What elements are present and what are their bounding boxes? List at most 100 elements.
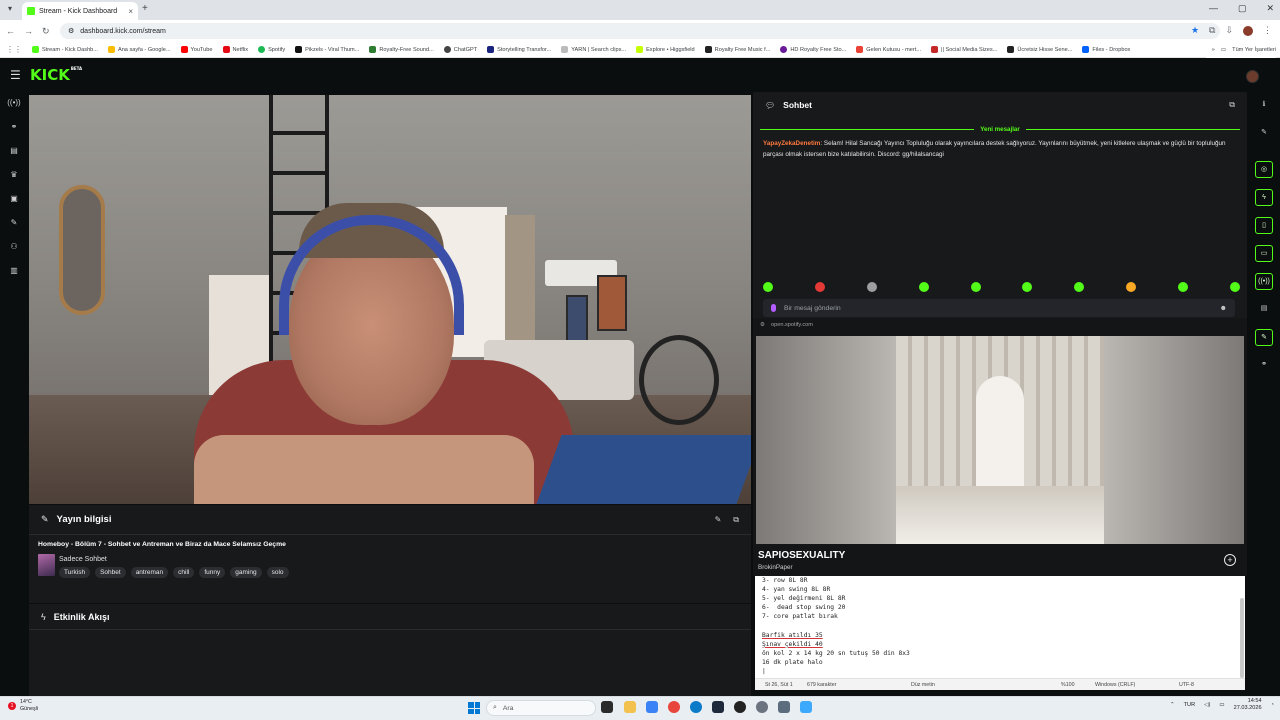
file-explorer-icon[interactable] [624, 701, 636, 713]
layout-icon[interactable]: ▤ [7, 145, 21, 157]
bookmark-item[interactable]: Spotify [258, 46, 285, 53]
line-endings[interactable]: Windows (CRLF) [1095, 682, 1135, 688]
analytics-icon[interactable]: ▥ [7, 265, 21, 277]
emote-icon[interactable] [1074, 282, 1085, 292]
bookmark-item[interactable]: Netflix [222, 46, 248, 53]
bookmark-item[interactable]: Royalty Free Music f... [704, 46, 770, 53]
tag[interactable]: antreman [130, 567, 169, 578]
mic-icon[interactable] [771, 304, 776, 312]
bookmark-item[interactable]: Ana sayfa - Google... [107, 46, 171, 53]
track-title[interactable]: SAPIOSEXUALITY [758, 550, 845, 561]
bookmark-item[interactable]: Royalty-Free Sound... [369, 46, 434, 53]
notepad-taskbar-icon[interactable] [800, 701, 812, 713]
tag[interactable]: solo [266, 567, 289, 578]
tab-kick-dashboard[interactable]: Stream - Kick Dashboard × [22, 2, 138, 20]
info-icon[interactable]: ℹ [1255, 97, 1273, 114]
forward-icon[interactable]: → [24, 26, 33, 36]
extensions-icon[interactable]: ⧉ [1209, 25, 1215, 36]
tab-close-icon[interactable]: × [128, 7, 133, 16]
bookmark-star-icon[interactable]: ★ [1191, 25, 1199, 36]
reload-icon[interactable]: ↻ [42, 26, 50, 37]
all-bookmarks-link[interactable]: Tüm Yer İşaretleri [1232, 47, 1276, 53]
stream-video[interactable] [29, 95, 751, 504]
lightning-icon[interactable]: ϟ [1255, 189, 1273, 206]
taskbar-search[interactable]: ⌕ Ara [486, 700, 596, 716]
obs-taskbar-icon[interactable] [734, 701, 746, 713]
obs-icon[interactable]: ◎ [1255, 161, 1273, 178]
stream-icon[interactable]: ((•)) [7, 97, 21, 109]
category-thumbnail[interactable] [38, 554, 55, 576]
chat-username[interactable]: YapayZekaDenetim [763, 140, 820, 147]
tag[interactable]: Turkish [59, 567, 91, 578]
bookmarks-more-icon[interactable]: » [1212, 47, 1215, 53]
emoji-icon[interactable]: ☻ [1220, 305, 1227, 312]
layers-icon[interactable]: ▤ [1255, 301, 1273, 318]
message-icon[interactable]: ▭ [1255, 245, 1273, 262]
kick-logo[interactable]: KICKBETA [30, 66, 82, 84]
site-settings-icon[interactable]: ⚙ [760, 322, 765, 328]
emote-icon[interactable] [1022, 282, 1033, 292]
emote-icon[interactable] [970, 282, 981, 292]
tab-search-icon[interactable]: ▾ [8, 4, 18, 14]
capcut-icon[interactable] [712, 701, 724, 713]
bookmark-item[interactable]: Files - Dropbox [1082, 46, 1130, 53]
trophy-icon[interactable]: ♛ [7, 169, 21, 181]
pencil-icon[interactable]: ✎ [1255, 125, 1273, 142]
add-track-button[interactable]: + [1224, 554, 1236, 566]
close-window-icon[interactable]: ✕ [1266, 3, 1274, 14]
zoom-level[interactable]: %100 [1061, 682, 1075, 688]
tray-chevron-icon[interactable]: ⌃ [1170, 702, 1175, 708]
bookmark-item[interactable]: Explore • Higgsfield [636, 46, 695, 53]
user-avatar[interactable] [1246, 70, 1259, 83]
chat-popout-icon[interactable]: ⧉ [1229, 100, 1235, 110]
bookmark-item[interactable]: Storytelling Transfor... [487, 46, 551, 53]
language-indicator[interactable]: TUR [1184, 702, 1196, 708]
tag[interactable]: gaming [230, 567, 262, 578]
chat-input[interactable]: Bir mesaj gönderin ☻ [763, 299, 1235, 317]
tag[interactable]: chill [173, 567, 195, 578]
community-icon[interactable]: ⚇ [7, 241, 21, 253]
bookmark-item[interactable]: || Social Media Sizes... [931, 46, 997, 53]
maximize-icon[interactable]: ▢ [1238, 3, 1247, 14]
emote-icon[interactable] [1229, 282, 1240, 292]
emote-icon[interactable] [918, 282, 929, 292]
emote-icon[interactable] [1126, 282, 1137, 292]
chrome-icon[interactable] [668, 701, 680, 713]
emote-icon[interactable] [866, 282, 877, 292]
bookmark-item[interactable]: YouTube [180, 46, 213, 53]
settings-icon[interactable] [756, 701, 768, 713]
start-button[interactable] [468, 702, 480, 714]
tag[interactable]: Sohbet [95, 567, 126, 578]
bookmark-item[interactable]: Ücretsiz Hisse Sene... [1007, 46, 1072, 53]
minimize-icon[interactable]: — [1209, 3, 1218, 14]
bookmark-item[interactable]: Pikzels - Viral Thum... [295, 46, 359, 53]
document-icon[interactable]: ▯ [1255, 217, 1273, 234]
gear-icon[interactable] [778, 701, 790, 713]
edge-icon[interactable] [690, 701, 702, 713]
notepad-editor[interactable]: 3- row 8L 8R 4- yan swing 8L 8R 5- yel değ… [762, 576, 1232, 676]
wrench-icon[interactable]: ✎ [1255, 329, 1273, 346]
new-tab-button[interactable]: + [142, 3, 148, 14]
bookmark-item[interactable]: HD Royalty Free Sto... [780, 46, 846, 53]
site-info-icon[interactable]: ⚙ [68, 27, 74, 35]
category-name[interactable]: Sadece Sohbet [59, 556, 107, 563]
emote-icon[interactable] [814, 282, 825, 292]
track-artist[interactable]: BrokinPaper [758, 564, 793, 571]
bookmark-item[interactable]: ChatGPT [443, 46, 477, 53]
apps-grid-icon[interactable]: ⋮⋮ [6, 45, 22, 54]
link-icon[interactable]: ⚭ [7, 121, 21, 133]
encoding[interactable]: UTF-8 [1179, 682, 1194, 688]
profile-avatar[interactable] [1243, 25, 1253, 36]
tag[interactable]: funny [199, 567, 226, 578]
back-icon[interactable]: ← [6, 26, 15, 36]
notepad-scrollbar[interactable] [1240, 598, 1244, 678]
edit-icon[interactable]: ✎ [715, 515, 722, 525]
volume-icon[interactable]: ◁) [1204, 702, 1210, 708]
browser-menu-icon[interactable]: ⋮ [1263, 25, 1272, 36]
share-icon[interactable]: ⚭ [1255, 357, 1273, 374]
calendar-icon[interactable] [646, 701, 658, 713]
network-icon[interactable]: ▭ [1219, 702, 1224, 708]
url-field[interactable]: ⚙ dashboard.kick.com/stream [60, 23, 1220, 39]
notifications-icon[interactable]: ◔ [1271, 702, 1274, 708]
emote-icon[interactable] [1178, 282, 1188, 292]
